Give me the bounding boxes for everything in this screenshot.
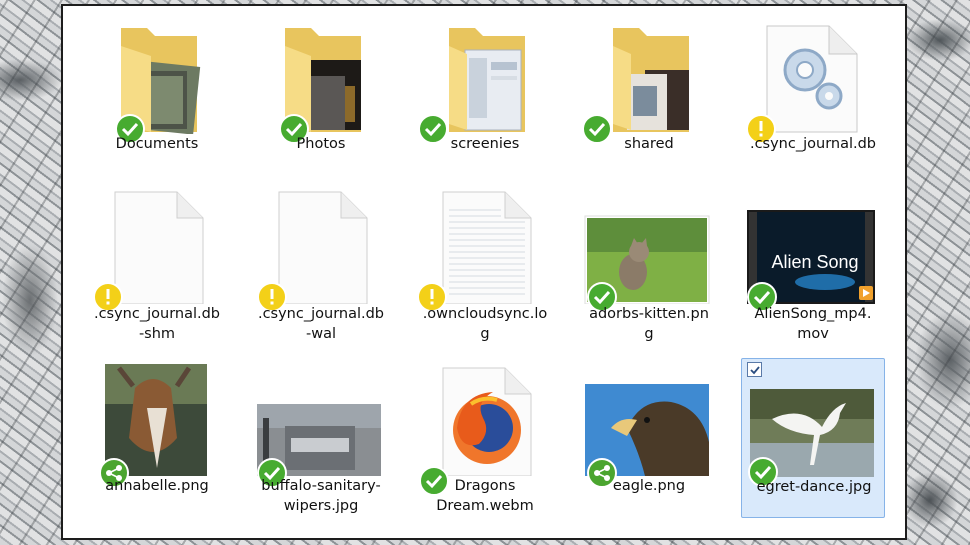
file-item-documents[interactable]: Documents: [85, 16, 229, 176]
file-item-aliensong[interactable]: Alien Song AlienSong_mp4. mov: [741, 186, 885, 346]
file-label: AlienSong_mp4. mov: [754, 306, 872, 342]
file-item-annabelle[interactable]: annabelle.png: [85, 358, 229, 518]
file-label: .csync_journal.db -wal: [257, 306, 385, 342]
goat-image-thumbnail: [105, 364, 207, 476]
file-item-csync-journal-db[interactable]: .csync_journal.db: [741, 16, 885, 176]
folder-icon: [285, 28, 361, 132]
folder-icon: [121, 28, 201, 134]
file-item-photos[interactable]: Photos: [249, 16, 393, 176]
file-item-shared[interactable]: shared: [577, 16, 721, 176]
file-label: .owncloudsync.lo g: [422, 306, 548, 342]
file-label: adorbs-kitten.pn g: [589, 306, 709, 342]
file-label: screenies: [450, 136, 520, 152]
file-item-dragons-dream[interactable]: Dragons Dream.webm: [413, 358, 557, 518]
firefox-file-icon: [442, 367, 532, 476]
file-label: Dragons Dream.webm: [436, 478, 534, 514]
file-label: egret-dance.jpg: [756, 479, 872, 495]
file-item-adorbs-kitten[interactable]: adorbs-kitten.pn g: [577, 186, 721, 346]
file-item-eagle[interactable]: eagle.png: [577, 358, 721, 518]
file-label: buffalo-sanitary- wipers.jpg: [261, 478, 381, 514]
file-item-csync-journal-db-wal[interactable]: .csync_journal.db -wal: [249, 186, 393, 346]
file-item-egret-dance[interactable]: egret-dance.jpg: [741, 358, 885, 518]
file-item-csync-journal-db-shm[interactable]: .csync_journal.db -shm: [85, 186, 229, 346]
file-label: .csync_journal.db: [749, 136, 877, 152]
file-label: .csync_journal.db -shm: [93, 306, 221, 342]
file-item-owncloudsync-log[interactable]: .owncloudsync.lo g: [413, 186, 557, 346]
file-label: Photos: [296, 136, 346, 152]
file-label: annabelle.png: [105, 478, 209, 494]
file-item-screenies[interactable]: screenies: [413, 16, 557, 176]
file-label: shared: [624, 136, 674, 152]
file-item-buffalo-sanitary-wipers[interactable]: buffalo-sanitary- wipers.jpg: [249, 358, 393, 518]
file-explorer-window: Documents Photos screenies shared .csync…: [61, 4, 907, 540]
file-label: eagle.png: [612, 478, 686, 494]
video-title-overlay: Alien Song: [771, 252, 859, 272]
file-label: Documents: [115, 136, 199, 152]
